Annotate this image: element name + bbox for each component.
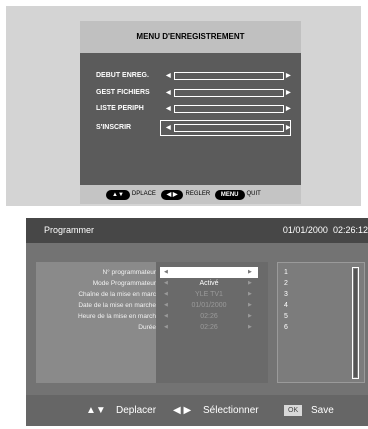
right-arrow-icon[interactable]: ▶ — [248, 311, 252, 322]
current-date: 01/01/2000 — [282, 225, 328, 235]
programmer-title: Programmer — [44, 225, 95, 235]
field-labels-column: N° programmateur Mode Programmateur Chaî… — [36, 262, 156, 383]
menu-key-badge: MENU — [214, 189, 245, 200]
field-label-timer-number: N° programmateur — [102, 269, 156, 276]
select-hint: Sélectionner — [203, 405, 259, 416]
timer-number-field[interactable]: ◀ 1 ▶ — [160, 267, 258, 278]
menu-item-label: GEST FICHIERS — [96, 89, 150, 96]
field-label-start-date: Date de la mise en marche — [78, 302, 156, 309]
start-date-field[interactable]: ◀ 01/01/2000 ▶ — [160, 300, 258, 311]
list-item[interactable]: 6 — [284, 322, 288, 333]
menu-item-label: DEBUT ENREG. — [96, 72, 149, 79]
left-arrow-icon[interactable]: ◀ — [166, 87, 171, 99]
move-hint: Deplacer — [116, 405, 157, 416]
list-item[interactable]: 2 — [284, 278, 288, 289]
right-arrow-icon[interactable]: ▶ — [248, 278, 252, 289]
field-label-start-time: Heure de la mise en march — [77, 313, 156, 320]
list-item[interactable]: 1 — [284, 267, 288, 278]
list-scrollbar[interactable] — [352, 267, 359, 379]
left-right-keys-icon: ◀ ▶ — [160, 189, 184, 200]
list-item[interactable]: 5 — [284, 311, 288, 322]
start-time-value: 02:26 — [200, 313, 218, 320]
field-label-duration: Durée — [138, 324, 156, 331]
start-channel-field[interactable]: ◀ YLE TV1 ▶ — [160, 289, 258, 300]
list-item[interactable]: 4 — [284, 300, 288, 311]
right-arrow-icon[interactable]: ▶ — [286, 70, 291, 82]
value-bar — [174, 89, 284, 97]
right-arrow-icon[interactable]: ▶ — [248, 289, 252, 300]
quit-hint: QUIT — [246, 191, 261, 197]
recording-menu-title: MENU D'ENREGISTREMENT — [80, 21, 301, 53]
start-time-field[interactable]: ◀ 02:26 ▶ — [160, 311, 258, 322]
left-arrow-icon[interactable]: ◀ — [166, 122, 171, 134]
programmer-header: Programmer 01/01/2000 02:26:12 — [26, 218, 368, 243]
timer-mode-field[interactable]: ◀ Activé ▶ — [160, 278, 258, 289]
right-arrow-icon[interactable]: ▶ — [248, 267, 252, 278]
date-time-readout: 01/01/2000 02:26:12 — [283, 218, 368, 243]
field-label-timer-mode: Mode Programmateur — [92, 280, 156, 287]
duration-field[interactable]: ◀ 02:26 ▶ — [160, 322, 258, 333]
menu-item-label: LISTE PERIPH — [96, 105, 144, 112]
current-time: 02:26:12 — [332, 225, 368, 235]
list-item[interactable]: 3 — [284, 289, 288, 300]
left-arrow-icon[interactable]: ◀ — [166, 103, 171, 115]
up-down-keys-icon: ▲▼ — [106, 189, 130, 200]
start-channel-value: YLE TV1 — [195, 291, 223, 298]
ok-key-badge: OK — [284, 405, 303, 416]
left-arrow-icon[interactable]: ◀ — [166, 70, 171, 82]
timer-mode-value: Activé — [199, 280, 219, 287]
menu-item-label: S'INSCRIR — [96, 124, 132, 131]
save-hint: Save — [311, 405, 334, 416]
scrollbar-thumb[interactable] — [354, 269, 357, 377]
timer-slot-list[interactable]: 1 2 3 4 5 6 — [277, 262, 365, 383]
left-right-arrows-icon: ◀ ▶ — [173, 405, 192, 416]
recording-menu-footer: ▲▼ DPLACE ◀ ▶ REGLER MENU QUIT — [80, 185, 301, 204]
move-hint: DPLACE — [131, 191, 156, 197]
value-bar — [174, 72, 284, 80]
right-arrow-icon[interactable]: ▶ — [286, 103, 291, 115]
start-date-value: 01/01/2000 — [191, 302, 227, 309]
programmer-footer: ▲▼ Deplacer ◀ ▶ Sélectionner OK Save — [26, 397, 368, 424]
right-arrow-icon[interactable]: ▶ — [286, 122, 291, 134]
value-bar — [174, 124, 284, 132]
right-arrow-icon[interactable]: ▶ — [286, 87, 291, 99]
field-label-start-channel: Chaîne de la mise en marc — [78, 291, 156, 298]
field-values-column: ◀ 1 ▶ ◀ Activé ▶ ◀ YLE TV1 ▶ ◀ 01/01/200… — [156, 262, 268, 383]
adjust-hint: REGLER — [185, 191, 211, 197]
timer-number-value: 1 — [207, 269, 211, 276]
up-down-arrows-icon: ▲▼ — [86, 405, 106, 416]
right-arrow-icon[interactable]: ▶ — [248, 322, 252, 333]
right-arrow-icon[interactable]: ▶ — [248, 300, 252, 311]
value-bar — [174, 105, 284, 113]
duration-value: 02:26 — [200, 324, 218, 331]
